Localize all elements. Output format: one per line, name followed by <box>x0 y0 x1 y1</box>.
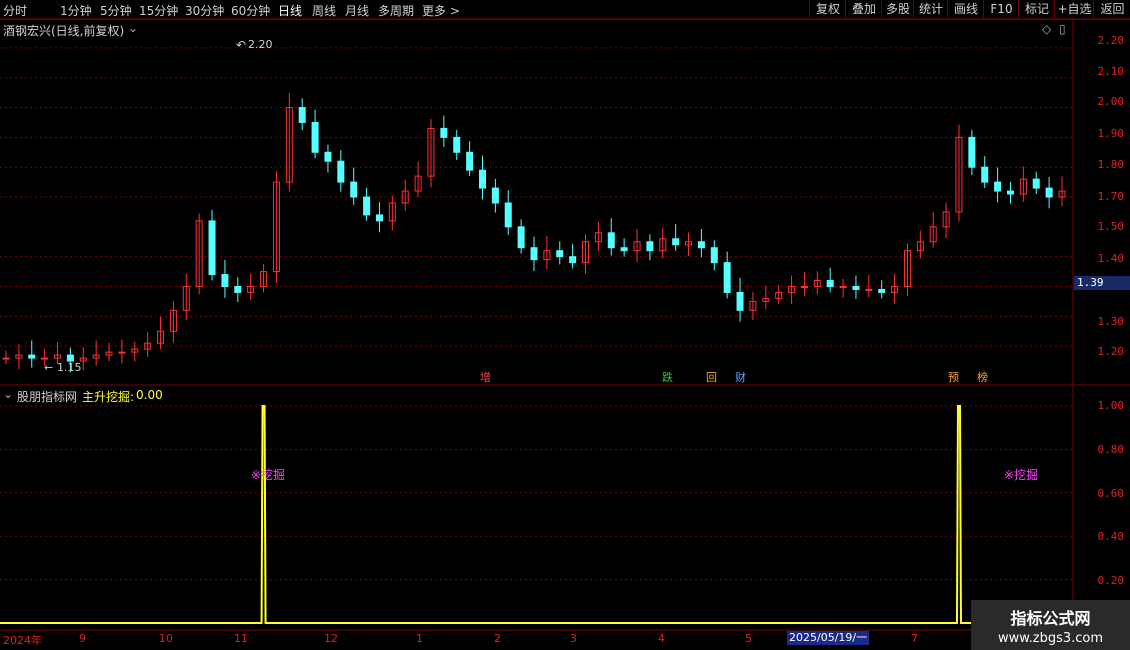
candle-body <box>607 232 615 249</box>
price-axis-label: 1.50 <box>1097 220 1125 233</box>
candle-body <box>723 262 731 293</box>
candle-body <box>478 169 486 189</box>
candle-body <box>466 151 474 171</box>
watermark-title: 指标公式网 <box>1010 609 1091 628</box>
price-axis-label: 1.40 <box>1097 252 1125 265</box>
candle-body <box>350 181 358 198</box>
indicator-axis-label: 0.80 <box>1097 443 1125 456</box>
low-price-marker: 1.15 <box>57 361 82 374</box>
candle-body <box>118 351 126 354</box>
date-axis-label: 9 <box>79 632 86 645</box>
high-marker-icon: ↶ <box>236 38 247 52</box>
indicator-name: 主升挖掘: <box>82 390 135 404</box>
candle-body <box>556 250 564 258</box>
candle-body <box>41 357 49 360</box>
candle-body <box>994 181 1002 192</box>
candle-body <box>517 226 525 249</box>
candle-body <box>800 285 808 288</box>
date-axis-label: 12 <box>324 632 338 645</box>
low-marker-icon: ← <box>44 361 54 374</box>
candle-body <box>208 220 216 276</box>
date-axis-label: 5 <box>745 632 752 645</box>
stock-title: 酒钢宏兴(日线,前复权) <box>3 24 125 38</box>
date-axis-label: 3 <box>570 632 577 645</box>
date-axis-label: 2 <box>494 632 501 645</box>
date-axis-label: 1 <box>416 632 423 645</box>
kline-chart[interactable] <box>0 0 1130 650</box>
price-axis-label: 2.10 <box>1097 65 1125 78</box>
date-axis-label: 11 <box>234 632 248 645</box>
high-price-marker: 2.20 <box>248 38 273 51</box>
window-toggle-icon[interactable]: ▯ <box>1059 22 1066 36</box>
event-tag-increase[interactable]: 增 <box>480 371 491 384</box>
event-tag-forecast[interactable]: 预 <box>948 371 959 384</box>
current-price-box: 1.39 <box>1074 276 1130 290</box>
indicator-axis-label: 0.60 <box>1097 487 1125 500</box>
candle-body <box>221 274 229 287</box>
price-axis-label: 1.80 <box>1097 158 1125 171</box>
price-axis-label: 1.90 <box>1097 127 1125 140</box>
date-axis-label: 2024年 <box>3 634 42 647</box>
cursor-date-label: 2025/05/19/一 <box>787 631 870 645</box>
indicator-axis-label: 0.40 <box>1097 530 1125 543</box>
candle-body <box>234 285 242 293</box>
candle-body <box>311 121 319 153</box>
price-axis-label: 1.20 <box>1097 345 1125 358</box>
candlestick-series <box>2 92 1066 373</box>
price-axis-label: 1.70 <box>1097 190 1125 203</box>
candle-body <box>440 127 448 138</box>
candle-body <box>363 196 371 216</box>
diamond-icon[interactable]: ◇ <box>1042 22 1051 36</box>
candle-body <box>375 214 383 222</box>
indicator-line <box>0 405 1073 624</box>
candle-body <box>491 187 499 204</box>
candle-body <box>2 357 10 360</box>
date-axis-label: 7 <box>911 632 918 645</box>
watermark-url: www.zbgs3.com <box>997 631 1104 646</box>
indicator-line-path <box>0 405 1073 624</box>
candle-body <box>672 238 680 246</box>
candle-body <box>736 291 744 311</box>
candle-body <box>1006 190 1014 195</box>
candle-body <box>968 136 976 168</box>
candle-body <box>826 280 834 287</box>
candle-body <box>646 241 654 252</box>
price-axis-label: 2.00 <box>1097 95 1125 108</box>
candle-body <box>28 354 36 359</box>
indicator-axis-label: 1.00 <box>1097 399 1125 412</box>
event-tag-drop[interactable]: 跌 <box>662 371 673 384</box>
candle-body <box>620 247 628 252</box>
signal-label: ※挖掘 <box>251 468 286 482</box>
candle-body <box>852 285 860 290</box>
candle-body <box>530 247 538 261</box>
candle-body <box>981 166 989 183</box>
date-axis-label: 10 <box>159 632 173 645</box>
signal-label: ※挖掘 <box>1004 468 1039 482</box>
candle-body <box>298 107 306 123</box>
candle-body <box>569 256 577 264</box>
indicator-axis-label: 0.20 <box>1097 574 1125 587</box>
indicator-collapse-icon[interactable]: ⌄ <box>3 387 13 401</box>
event-tag-repurchase[interactable]: 回 <box>706 371 717 384</box>
candle-body <box>839 285 847 288</box>
watermark-badge: 指标公式网 www.zbgs3.com <box>971 600 1130 650</box>
date-axis-label: 4 <box>658 632 665 645</box>
candle-body <box>878 288 886 293</box>
indicator-value: 0.00 <box>136 388 163 402</box>
title-dropdown-icon[interactable]: ⌄ <box>128 21 138 35</box>
candle-body <box>1045 187 1053 198</box>
price-axis-label: 2.20 <box>1097 34 1125 47</box>
candle-body <box>324 151 332 162</box>
price-axis-label: 1.30 <box>1097 315 1125 328</box>
candle-body <box>1032 178 1040 189</box>
candle-body <box>710 247 718 264</box>
candle-body <box>337 160 345 183</box>
indicator-source: 股朋指标网 <box>17 390 78 404</box>
candle-body <box>697 241 705 249</box>
candle-body <box>865 288 873 291</box>
event-tag-list[interactable]: 榜 <box>977 371 988 384</box>
candle-body <box>453 136 461 153</box>
event-tag-financial[interactable]: 财 <box>735 371 746 384</box>
candle-body <box>504 202 512 228</box>
